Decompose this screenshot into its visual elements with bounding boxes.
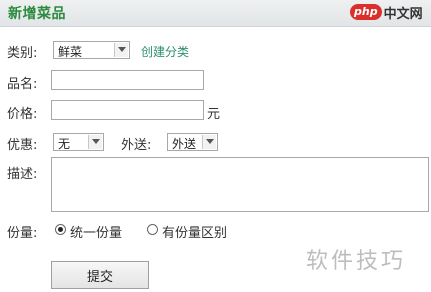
portion-radio-differentiated[interactable]: [147, 224, 158, 235]
chevron-down-icon: [114, 43, 128, 57]
category-select-value: 鲜菜: [58, 45, 83, 59]
price-input[interactable]: [51, 100, 204, 120]
logo-badge: php: [350, 4, 382, 20]
name-input[interactable]: [51, 70, 204, 90]
portion-label: 份量:: [7, 226, 38, 241]
radio-selected-dot: [58, 227, 63, 232]
create-category-link[interactable]: 创建分类: [141, 43, 189, 60]
discount-select[interactable]: 无: [53, 133, 104, 151]
description-label: 描述:: [7, 167, 38, 182]
page-title: 新增菜品: [8, 6, 66, 22]
category-label: 类别:: [7, 46, 38, 61]
discount-label: 优惠:: [7, 138, 38, 153]
name-label: 品名:: [7, 77, 38, 92]
discount-select-value: 无: [58, 137, 71, 151]
price-unit: 元: [207, 107, 221, 122]
chevron-down-icon: [202, 135, 216, 149]
portion-option-unified: 统一份量: [70, 226, 123, 241]
price-label: 价格:: [7, 107, 38, 122]
logo-text: 中文网: [383, 6, 423, 22]
portion-radio-unified[interactable]: [55, 224, 66, 235]
chevron-down-icon: [88, 135, 102, 149]
description-textarea[interactable]: [51, 157, 429, 212]
delivery-select-value: 外送: [172, 137, 197, 151]
category-select[interactable]: 鲜菜: [53, 41, 130, 59]
watermark-text: 软件技巧: [306, 249, 407, 274]
title-bar: 新增菜品 php 中文网: [0, 0, 431, 27]
submit-button[interactable]: 提交: [51, 261, 149, 289]
site-logo: php 中文网: [350, 3, 423, 22]
portion-option-differentiated: 有份量区别: [162, 226, 228, 241]
delivery-select[interactable]: 外送: [167, 133, 218, 151]
delivery-label: 外送:: [121, 138, 152, 153]
